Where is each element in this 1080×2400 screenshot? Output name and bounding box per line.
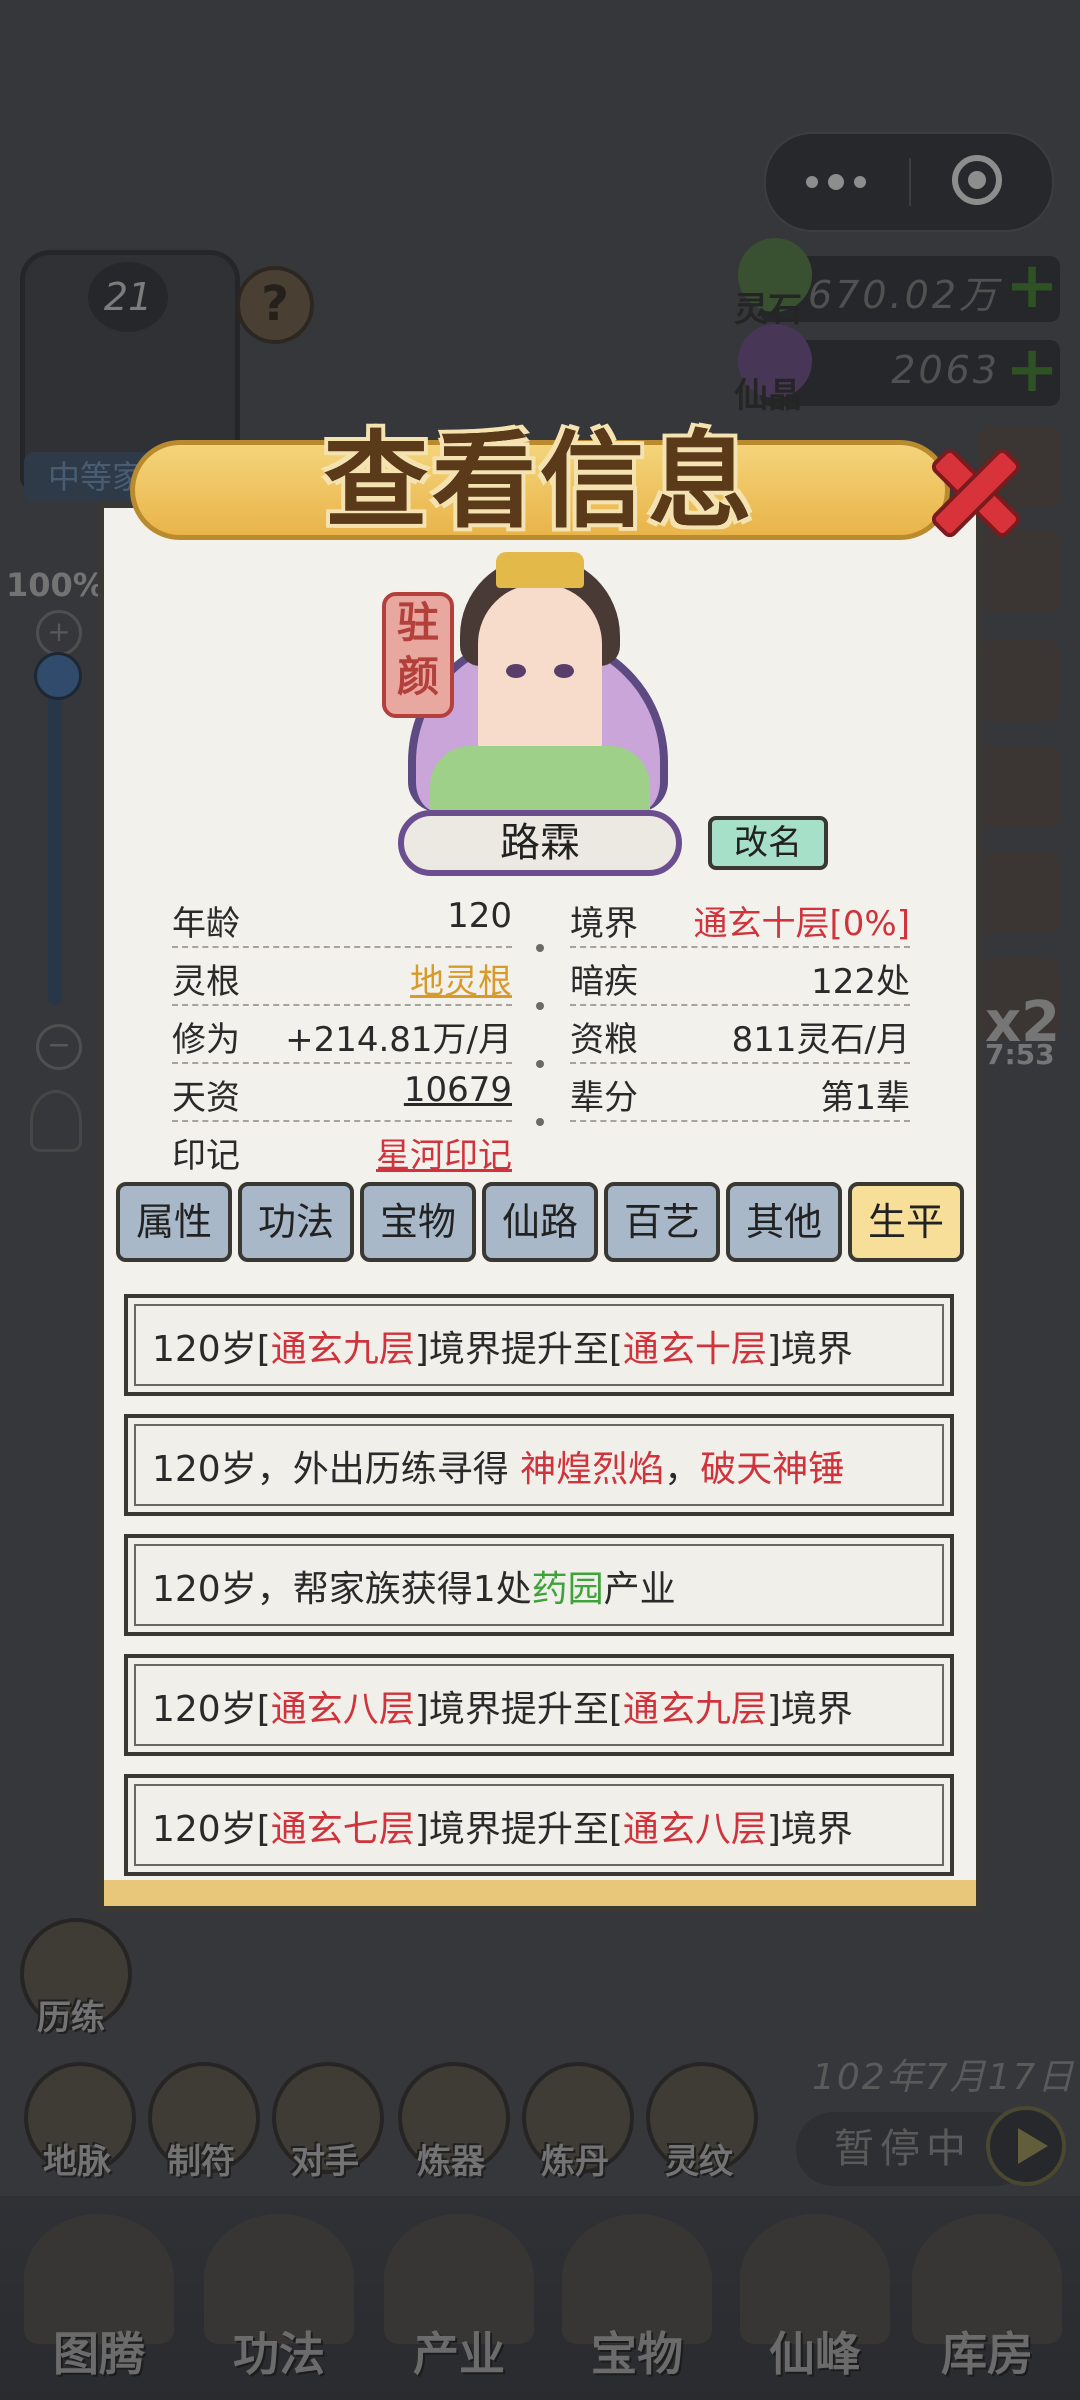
stat-value: 122处: [811, 962, 910, 1002]
stat-label: 灵根: [172, 962, 240, 1002]
stat-value: 120: [447, 896, 512, 936]
tab-other[interactable]: 其他: [726, 1182, 842, 1262]
stat-row-age: 年龄 120: [172, 890, 512, 948]
stat-row-cultivation: 修为 +214.81万/月: [172, 1006, 512, 1064]
stat-label: 暗疾: [570, 962, 638, 1002]
stat-value: 第1辈: [820, 1078, 910, 1118]
rename-button[interactable]: 改名: [708, 816, 828, 870]
life-event: 120岁[通玄八层]境界提升至[通玄九层]境界: [124, 1654, 954, 1756]
tab-treasures[interactable]: 宝物: [360, 1182, 476, 1262]
mark-link[interactable]: 星河印记: [376, 1128, 512, 1177]
stat-row-mark: 印记 星河印记: [172, 1122, 512, 1178]
divider-dot: [536, 1002, 544, 1010]
stat-row-ailment: 暗疾 122处: [570, 948, 910, 1006]
portrait-eye: [506, 664, 526, 678]
life-event: 120岁，帮家族获得1处药园产业: [124, 1534, 954, 1636]
divider-dot: [536, 944, 544, 952]
stat-label: 修为: [172, 1020, 240, 1060]
life-event: 120岁[通玄九层]境界提升至[通玄十层]境界: [124, 1294, 954, 1396]
life-event-text: 120岁，帮家族获得1处药园产业: [152, 1569, 676, 1610]
stat-row-realm: 境界 通玄十层[0%]: [570, 890, 910, 948]
stat-label: 年龄: [172, 904, 240, 944]
portrait-eye: [554, 664, 574, 678]
stat-value: +214.81万/月: [285, 1020, 512, 1060]
tab-immortal-path[interactable]: 仙路: [482, 1182, 598, 1262]
character-name: 路霖: [398, 810, 682, 876]
stat-label: 资粮: [570, 1020, 638, 1060]
life-event-text: 120岁，外出历练寻得 神煌烈焰，破天神锤: [152, 1449, 845, 1490]
tab-arts[interactable]: 百艺: [604, 1182, 720, 1262]
talent-link[interactable]: 10679: [404, 1070, 512, 1110]
life-event-text: 120岁[通玄七层]境界提升至[通玄八层]境界: [152, 1809, 853, 1850]
stat-row-generation: 辈分 第1辈: [570, 1064, 910, 1122]
stat-row-root: 灵根 地灵根: [172, 948, 512, 1006]
dialog-bottom-trim: [98, 1880, 982, 1912]
stat-label: 天资: [172, 1078, 240, 1118]
stat-label: 辈分: [570, 1078, 638, 1118]
seal-badge: 驻颜: [382, 592, 454, 718]
portrait-crown: [496, 552, 584, 588]
tab-attributes[interactable]: 属性: [116, 1182, 232, 1262]
life-event-text: 120岁[通玄八层]境界提升至[通玄九层]境界: [152, 1689, 853, 1730]
spirit-root-link[interactable]: 地灵根: [410, 954, 512, 1003]
stat-value: 通玄十层[0%]: [693, 904, 910, 944]
stat-label: 境界: [570, 904, 638, 944]
close-icon[interactable]: [916, 432, 1026, 542]
stat-label: 印记: [172, 1136, 240, 1176]
portrait-robe: [430, 746, 650, 816]
life-event: 120岁，外出历练寻得 神煌烈焰，破天神锤: [124, 1414, 954, 1516]
stat-value: 811灵石/月: [731, 1020, 910, 1060]
tab-techniques[interactable]: 功法: [238, 1182, 354, 1262]
divider-dot: [536, 1060, 544, 1068]
stat-row-provision: 资粮 811灵石/月: [570, 1006, 910, 1064]
life-event-text: 120岁[通玄九层]境界提升至[通玄十层]境界: [152, 1329, 853, 1370]
dialog-title: 查看信息: [323, 420, 756, 542]
life-event: 120岁[通玄七层]境界提升至[通玄八层]境界: [124, 1774, 954, 1876]
tab-life[interactable]: 生平: [848, 1182, 964, 1262]
stat-row-talent: 天资 10679: [172, 1064, 512, 1122]
divider-dot: [536, 1118, 544, 1126]
